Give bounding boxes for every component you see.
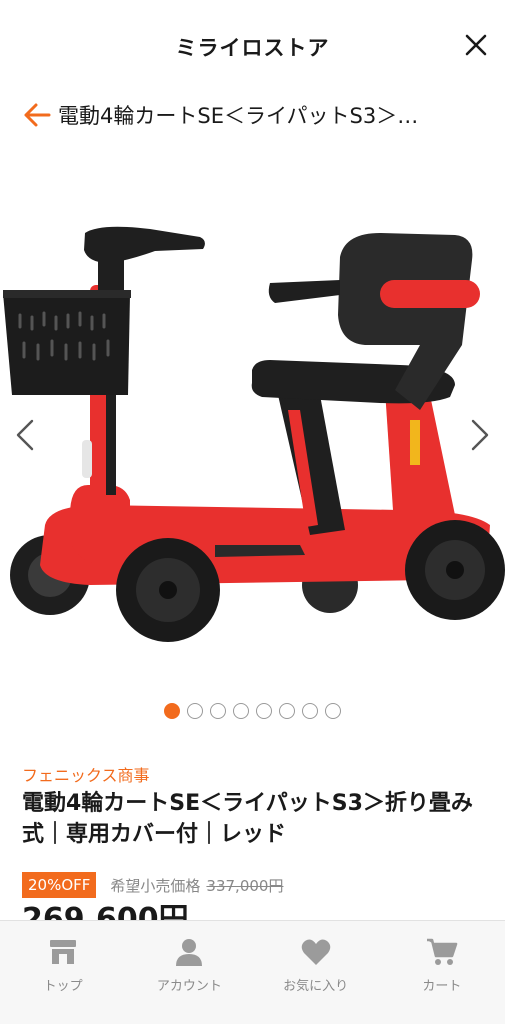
product-image-gallery[interactable] bbox=[0, 145, 505, 690]
pagination-dot[interactable] bbox=[302, 703, 318, 719]
sale-price: 269,600円 bbox=[22, 902, 189, 920]
discount-badge: 20%OFF bbox=[22, 872, 97, 898]
page-title: 電動4輪カートSE＜ライパットS3＞… bbox=[58, 104, 419, 128]
close-icon bbox=[465, 34, 487, 56]
back-arrow-icon bbox=[24, 103, 51, 127]
gallery-next-button[interactable] bbox=[467, 415, 493, 455]
tab-label: アカウント bbox=[156, 979, 222, 994]
bottom-tab-bar: トップ アカウント お気に入り カート bbox=[0, 920, 505, 1024]
cart-icon bbox=[426, 938, 458, 965]
store-icon bbox=[50, 940, 77, 964]
chevron-right-icon bbox=[471, 419, 489, 451]
chevron-left-icon bbox=[16, 419, 34, 451]
pagination-dot[interactable] bbox=[233, 703, 249, 719]
shop-name-link[interactable]: フェニックス商事 bbox=[22, 762, 150, 786]
product-image bbox=[3, 226, 505, 642]
pagination-dot[interactable] bbox=[210, 703, 226, 719]
gallery-pagination bbox=[0, 703, 505, 719]
heart-icon bbox=[301, 939, 330, 965]
back-button[interactable] bbox=[22, 100, 52, 130]
app-title: ミライロストア bbox=[175, 36, 330, 60]
app-header: ミライロストア bbox=[0, 0, 505, 90]
tab-label: トップ bbox=[43, 979, 83, 994]
pagination-dot[interactable] bbox=[187, 703, 203, 719]
tab-account[interactable]: アカウント bbox=[126, 921, 252, 1024]
pagination-dot[interactable] bbox=[256, 703, 272, 719]
price-row: 20%OFF 希望小売価格 337,000円 bbox=[22, 872, 283, 898]
tab-label: お気に入り bbox=[283, 979, 349, 994]
tab-favorites[interactable]: お気に入り bbox=[253, 921, 379, 1024]
gallery-prev-button[interactable] bbox=[12, 415, 38, 455]
tab-cart[interactable]: カート bbox=[379, 921, 505, 1024]
page-header: 電動4輪カートSE＜ライパットS3＞… bbox=[0, 90, 505, 140]
person-icon bbox=[176, 939, 203, 966]
pagination-dot[interactable] bbox=[164, 703, 180, 719]
pagination-dot[interactable] bbox=[279, 703, 295, 719]
tab-top[interactable]: トップ bbox=[0, 921, 126, 1024]
product-name: 電動4輪カートSE＜ライパットS3＞折り畳み式｜専用カバー付｜レッド bbox=[22, 791, 473, 847]
close-button[interactable] bbox=[461, 30, 491, 60]
tab-label: カート bbox=[422, 979, 462, 994]
msrp-label: 希望小売価格 bbox=[110, 876, 201, 895]
pagination-dot[interactable] bbox=[325, 703, 341, 719]
msrp-value: 337,000円 bbox=[206, 876, 284, 895]
